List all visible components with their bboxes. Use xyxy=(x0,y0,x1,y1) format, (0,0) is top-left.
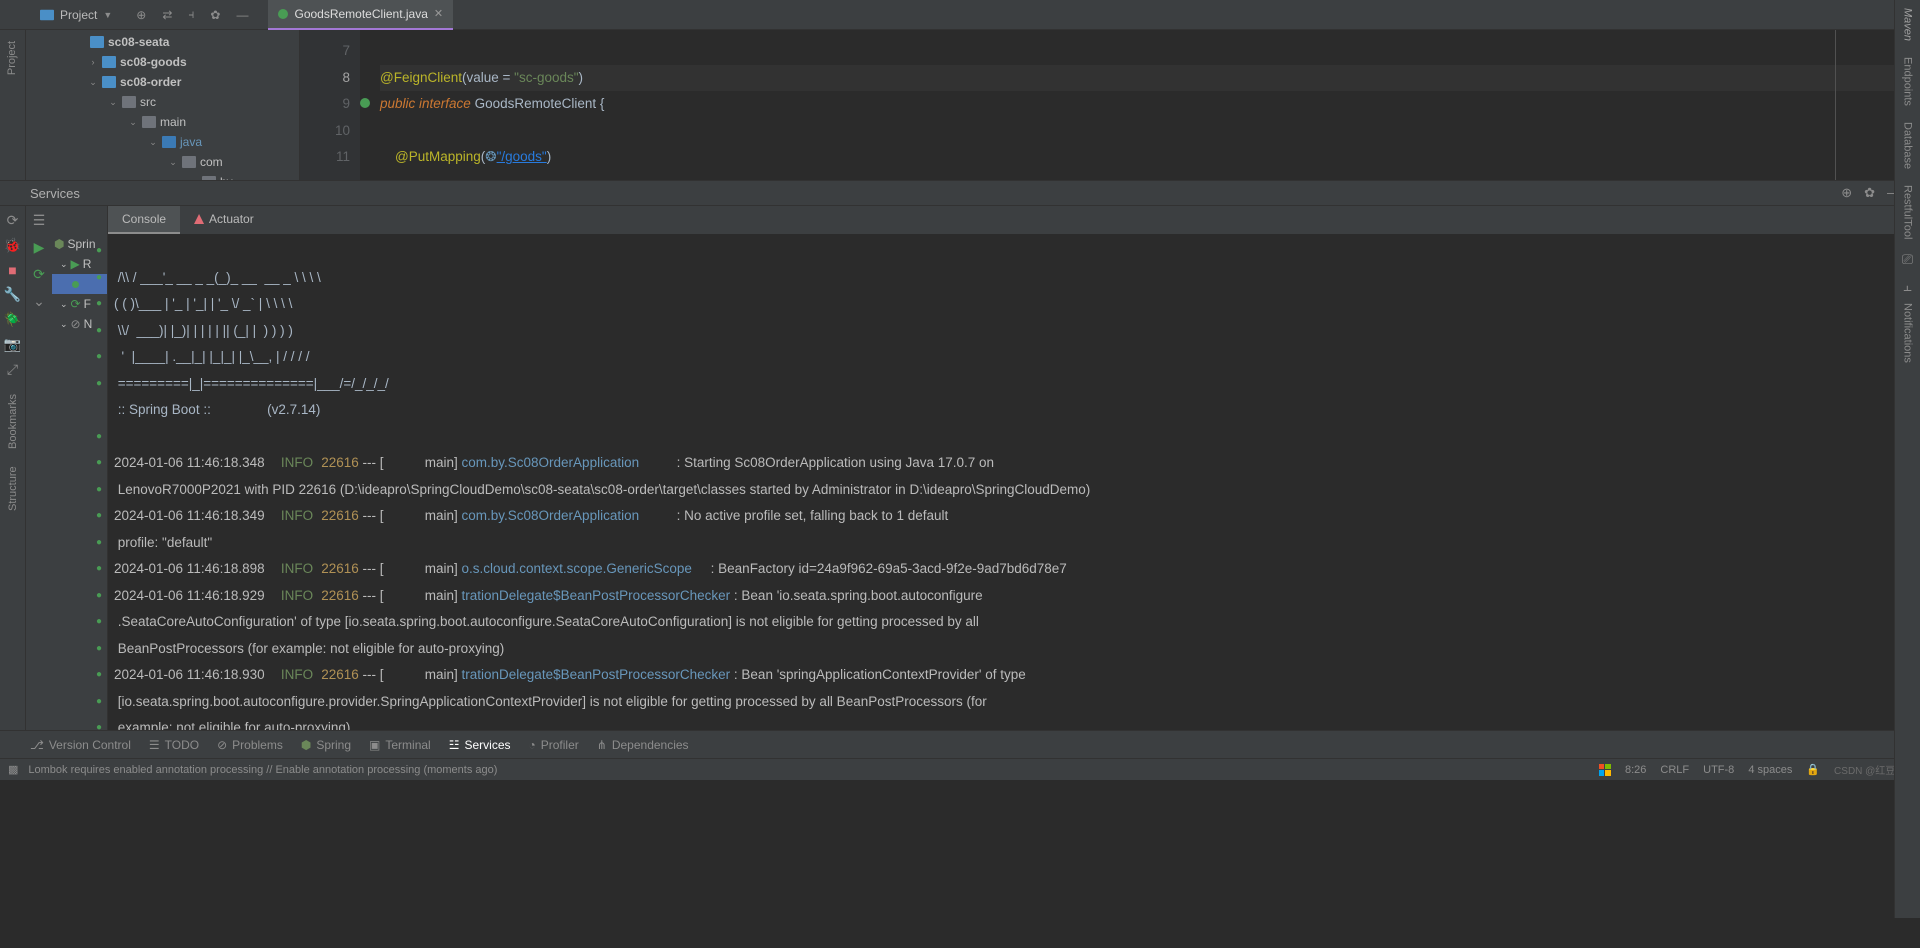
editor-tab-goodsremoteclient[interactable]: GoodsRemoteClient.java ✕ xyxy=(268,0,453,30)
close-icon[interactable]: ✕ xyxy=(434,7,443,20)
tree-module-order[interactable]: ⌄sc08-order xyxy=(26,72,299,92)
project-tree[interactable]: sc08-seata ›sc08-goods ⌄sc08-order ⌄src … xyxy=(26,30,300,180)
lt-bookmarks[interactable]: Bookmarks xyxy=(7,423,19,449)
tab-actuator[interactable]: Actuator xyxy=(180,206,268,234)
down-icon[interactable]: ⌄ xyxy=(33,293,45,310)
bt-services[interactable]: ☳Services xyxy=(449,738,511,752)
rt-database[interactable]: Database xyxy=(1902,114,1914,177)
bug-icon[interactable]: 🐞 xyxy=(4,237,21,254)
bottom-tool-tabs: ⎇Version Control ☰TODO ⊘Problems ⬢Spring… xyxy=(0,730,1920,758)
expand-icon[interactable]: ⤢ xyxy=(7,361,18,378)
gutter-marks xyxy=(360,30,380,180)
module-icon xyxy=(102,76,116,88)
project-selector[interactable]: Project ▼ ⊕ ⇄ ⫞ ✿ — xyxy=(30,7,258,22)
bt-spring[interactable]: ⬢Spring xyxy=(301,738,351,752)
bt-todo[interactable]: ☰TODO xyxy=(149,738,199,752)
top-icon-hide[interactable]: — xyxy=(236,8,248,22)
status-squares-icon[interactable]: ▩ xyxy=(8,763,18,776)
windows-icon xyxy=(1599,764,1611,776)
module-icon xyxy=(102,56,116,68)
status-bar: ▩ Lombok requires enabled annotation pro… xyxy=(0,758,1920,780)
rt-endpoints[interactable]: Endpoints xyxy=(1902,49,1914,114)
tab-label: GoodsRemoteClient.java xyxy=(294,7,427,21)
tree-com[interactable]: ⌄com xyxy=(26,152,299,172)
rt-maven[interactable]: Maven xyxy=(1902,0,1914,49)
status-indent[interactable]: 4 spaces xyxy=(1748,764,1792,776)
chevron-down-icon: ▼ xyxy=(103,10,112,20)
tree-java[interactable]: ⌄java xyxy=(26,132,299,152)
bt-problems[interactable]: ⊘Problems xyxy=(217,738,283,752)
tree-main[interactable]: ⌄main xyxy=(26,112,299,132)
rerun-icon[interactable]: ⟳ xyxy=(7,212,19,229)
left-tab-project[interactable]: Project xyxy=(7,41,19,75)
rt-restful[interactable]: RestfulTool xyxy=(1902,177,1914,247)
folder-icon xyxy=(182,156,196,168)
left-tool-strip: Project xyxy=(0,30,26,180)
left-lower-tabs: Bookmarks Structure xyxy=(0,380,26,554)
tree-src[interactable]: ⌄src xyxy=(26,92,299,112)
console-tabs: Console Actuator xyxy=(108,206,1894,234)
layout-icon[interactable]: ☰ xyxy=(33,212,46,229)
console-gutter-marks: ● ●●● ●● ●●● ●●● ●●● ●●● xyxy=(96,236,102,740)
rt-icon2[interactable]: ⫠ xyxy=(1903,278,1911,295)
bt-deps[interactable]: ⋔Dependencies xyxy=(597,738,689,752)
stop-icon[interactable]: ■ xyxy=(8,262,16,278)
status-position[interactable]: 8:26 xyxy=(1625,764,1646,776)
wrench-icon[interactable]: 🔧 xyxy=(4,286,21,303)
mark-dot-icon: ● xyxy=(96,236,102,263)
status-message: Lombok requires enabled annotation proce… xyxy=(28,764,497,776)
rerun-icon[interactable]: ⟳ xyxy=(33,266,45,283)
bt-vcs[interactable]: ⎇Version Control xyxy=(30,738,131,752)
more-bug-icon[interactable]: 🪲 xyxy=(4,311,21,328)
bt-terminal[interactable]: ▣Terminal xyxy=(369,738,431,752)
aim-icon[interactable]: ⊕ xyxy=(1841,185,1852,201)
gear-icon[interactable]: ✿ xyxy=(1864,185,1875,201)
actuator-icon xyxy=(194,214,204,224)
gutter-run-icon[interactable] xyxy=(360,98,370,108)
services-title: Services xyxy=(30,186,80,201)
status-crlf[interactable]: CRLF xyxy=(1660,764,1689,776)
top-icon-split[interactable]: ⫞ xyxy=(188,7,194,22)
tree-bv[interactable]: ⌄bv xyxy=(26,172,299,180)
tab-console[interactable]: Console xyxy=(108,206,180,234)
line-gutter: 7 8 9 10 11 xyxy=(300,30,360,180)
top-tab-row: Project ▼ ⊕ ⇄ ⫞ ✿ — GoodsRemoteClient.ja… xyxy=(0,0,1920,30)
services-header: Services ⊕ ✿ — xyxy=(0,180,1920,206)
rt-notifications[interactable]: Notifications xyxy=(1902,295,1914,371)
source-folder-icon xyxy=(162,136,176,148)
code-area[interactable]: @FeignClient(value = "sc-goods") public … xyxy=(380,30,1898,180)
right-tool-strip: Maven Endpoints Database RestfulTool ⎚ ⫠… xyxy=(1894,0,1920,918)
tree-root[interactable]: sc08-seata xyxy=(26,32,299,52)
tree-module-goods[interactable]: ›sc08-goods xyxy=(26,52,299,72)
run-icon[interactable]: ▶ xyxy=(34,239,45,256)
folder-icon xyxy=(202,176,216,180)
status-lock-icon[interactable]: 🔒 xyxy=(1806,763,1820,776)
project-label: Project xyxy=(60,8,97,22)
services-toolbar: ☰ ▶ ⟳ ⌄ xyxy=(26,206,52,730)
console-panel: Console Actuator /\\ / ___'_ __ _ _(_)_ … xyxy=(108,206,1894,730)
rt-icon1[interactable]: ⎚ xyxy=(1902,251,1913,268)
status-encoding[interactable]: UTF-8 xyxy=(1703,764,1734,776)
file-icon xyxy=(278,9,288,19)
bt-profiler[interactable]: ◔Profiler xyxy=(529,738,579,752)
code-editor[interactable]: 7 8 9 10 11 @FeignClient(value = "sc-goo… xyxy=(300,30,1920,180)
console-output[interactable]: /\\ / ___'_ __ _ _(_)_ __ __ _ \ \ \ \ (… xyxy=(108,234,1894,730)
module-icon xyxy=(90,36,104,48)
top-icon-aim[interactable]: ⊕ xyxy=(136,8,146,22)
folder-icon xyxy=(122,96,136,108)
top-icon-tree[interactable]: ⇄ xyxy=(162,8,172,22)
lt-structure[interactable]: Structure xyxy=(7,485,19,511)
camera-icon[interactable]: 📷 xyxy=(4,336,21,353)
top-icon-gear[interactable]: ✿ xyxy=(210,8,220,22)
folder-icon xyxy=(142,116,156,128)
